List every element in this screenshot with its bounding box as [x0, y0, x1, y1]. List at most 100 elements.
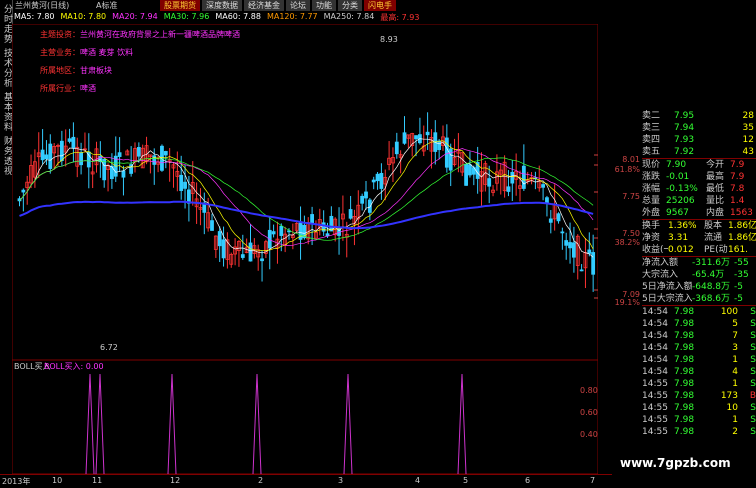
info-label: 所属行业： — [40, 84, 80, 93]
tick-direction: S — [750, 403, 756, 413]
stat-value: 9567 — [666, 208, 689, 218]
stat-label: 量比 — [706, 196, 725, 206]
tick-direction: S — [750, 427, 756, 437]
price-tick: 38.2% — [614, 238, 640, 247]
stat-value: 3.31 — [668, 233, 689, 243]
tick-price: 7.98 — [674, 319, 695, 329]
ma-legend-item: MA20: 7.94 — [112, 12, 158, 21]
sell-label: 卖二 — [642, 111, 661, 121]
tick-time: 14:54 — [642, 319, 668, 329]
date-tick: 2 — [258, 476, 264, 485]
stat-label: 股本 — [704, 221, 723, 231]
price-tick: 7.75 — [622, 192, 640, 201]
flow-label: 净流入额 — [642, 258, 679, 268]
tick-volume: 100 — [720, 307, 738, 317]
flow-label: 大宗流入 — [642, 270, 679, 280]
ma-legend-item: MA250: 7.84 — [323, 12, 375, 21]
menu-forum[interactable]: 论坛 — [286, 0, 310, 11]
tick-volume: 10 — [726, 403, 738, 413]
stat-label: 内盘 — [706, 208, 725, 218]
sell-price: 7.92 — [674, 147, 695, 157]
tick-price: 7.98 — [674, 403, 695, 413]
high-annotation: 8.93 — [380, 35, 398, 44]
tick-volume: 173 — [720, 391, 738, 401]
menu-stocks[interactable]: 股票期货 — [160, 0, 200, 11]
tick-price: 7.98 — [674, 391, 695, 401]
panel-row: 14:55 7.98 2 S — [642, 426, 756, 438]
stat-label: 现价 — [642, 160, 661, 170]
tick-price: 7.98 — [674, 307, 695, 317]
low-annotation: 6.72 — [100, 343, 118, 352]
panel-row: 5日大宗流入 -368.6万 -5 — [642, 293, 756, 305]
panel-row: 净流入额 -311.6万 -55 — [642, 257, 756, 269]
sell-volume: 35 — [742, 123, 754, 133]
tick-direction: S — [750, 307, 756, 317]
top-menu: 股票期货 深度数据 经济基金 论坛 功能 分类 闪电手 — [160, 0, 396, 11]
stock-info: 主题投资：兰州黄河在政府背景之上新一疆啤酒品牌啤酒 主营业务：啤酒 麦芽 饮料 … — [40, 26, 240, 98]
tick-price: 7.98 — [674, 355, 695, 365]
tick-direction: S — [750, 319, 756, 329]
flow-extra: -35 — [734, 270, 749, 280]
tick-time: 14:54 — [642, 331, 668, 341]
ma-legend: MA5: 7.80 MA10: 7.80 MA20: 7.94 MA30: 7.96 M… — [14, 12, 419, 24]
sell-price: 7.93 — [674, 135, 695, 145]
date-tick: 10 — [52, 476, 63, 485]
panel-row: 14:54 7.98 7 S — [642, 330, 756, 342]
tick-time: 14:54 — [642, 343, 668, 353]
tick-time: 14:54 — [642, 367, 668, 377]
date-axis: 2013年 10 11 12 2 3 4 5 6 7 — [0, 474, 612, 488]
price-tick: 61.8% — [614, 165, 640, 174]
stat-value: 1.86亿 — [728, 221, 756, 231]
panel-row: 净资 3.31 流通 1.86亿 — [642, 232, 756, 244]
menu-depth[interactable]: 深度数据 — [202, 0, 242, 11]
panel-row: 14:54 7.98 100 S — [642, 306, 756, 318]
menu-lightning[interactable]: 闪电手 — [364, 0, 396, 11]
tick-price: 7.98 — [674, 343, 695, 353]
stat-label: 收益(一) — [642, 245, 668, 255]
ma-legend-item: MA10: 7.80 — [60, 12, 107, 21]
tick-volume: 1 — [732, 355, 738, 365]
tick-time: 14:55 — [642, 427, 668, 437]
stat-label: 最低 — [706, 184, 725, 194]
stat-value: 1.36% — [668, 221, 697, 231]
tick-volume: 7 — [732, 331, 738, 341]
flow-label: 5日净流入额 — [642, 282, 692, 292]
flow-extra: -55 — [734, 258, 749, 268]
stat-label: 换手 — [642, 221, 661, 231]
tick-price: 7.98 — [674, 367, 695, 377]
boll-indicator-chart[interactable]: 0.80 0.60 0.40 — [12, 360, 598, 474]
sell-volume: 12 — [742, 135, 754, 145]
ma-legend-item: MA60: 7.88 — [215, 12, 261, 21]
sub-tick: 0.80 — [580, 386, 598, 395]
tick-time: 14:54 — [642, 307, 668, 317]
date-tick: 5 — [463, 476, 469, 485]
stat-value: 7.9 — [730, 172, 745, 182]
sell-volume: 43 — [742, 147, 754, 157]
panel-row: 换手 1.36% 股本 1.86亿 — [642, 220, 756, 232]
panel-row: 现价 7.90 今开 7.9 — [642, 159, 756, 171]
date-tick: 4 — [415, 476, 421, 485]
panel-row: 14:55 7.98 1 S — [642, 378, 756, 390]
tick-direction: S — [750, 367, 756, 377]
candle — [464, 163, 469, 186]
menu-fund[interactable]: 经济基金 — [244, 0, 284, 11]
tick-direction: B — [749, 391, 756, 401]
tick-price: 7.98 — [674, 415, 695, 425]
stat-value: 0.012 — [668, 245, 694, 255]
flow-value: -311.6万 — [692, 258, 731, 268]
stat-label: 最高 — [706, 172, 725, 182]
info-label: 主题投资： — [40, 30, 80, 39]
tick-time: 14:54 — [642, 355, 668, 365]
menu-category[interactable]: 分类 — [338, 0, 362, 11]
menu-functions[interactable]: 功能 — [312, 0, 336, 11]
stat-label: PE(动) — [704, 245, 728, 255]
quote-panel: 卖二 7.95 28 卖三 7.94 35 卖四 7.93 12 卖五 7.92 43 现价 7.90 今开… — [642, 110, 756, 438]
flow-extra: -5 — [734, 294, 743, 304]
stat-label: 涨幅 — [642, 184, 661, 194]
tick-direction: S — [750, 331, 756, 341]
tick-price: 7.98 — [674, 331, 695, 341]
tick-time: 14:55 — [642, 391, 668, 401]
stat-label: 流通 — [704, 233, 723, 243]
ma-legend-item: MA30: 7.96 — [163, 12, 210, 21]
price-mode[interactable]: A标准 — [96, 0, 117, 12]
